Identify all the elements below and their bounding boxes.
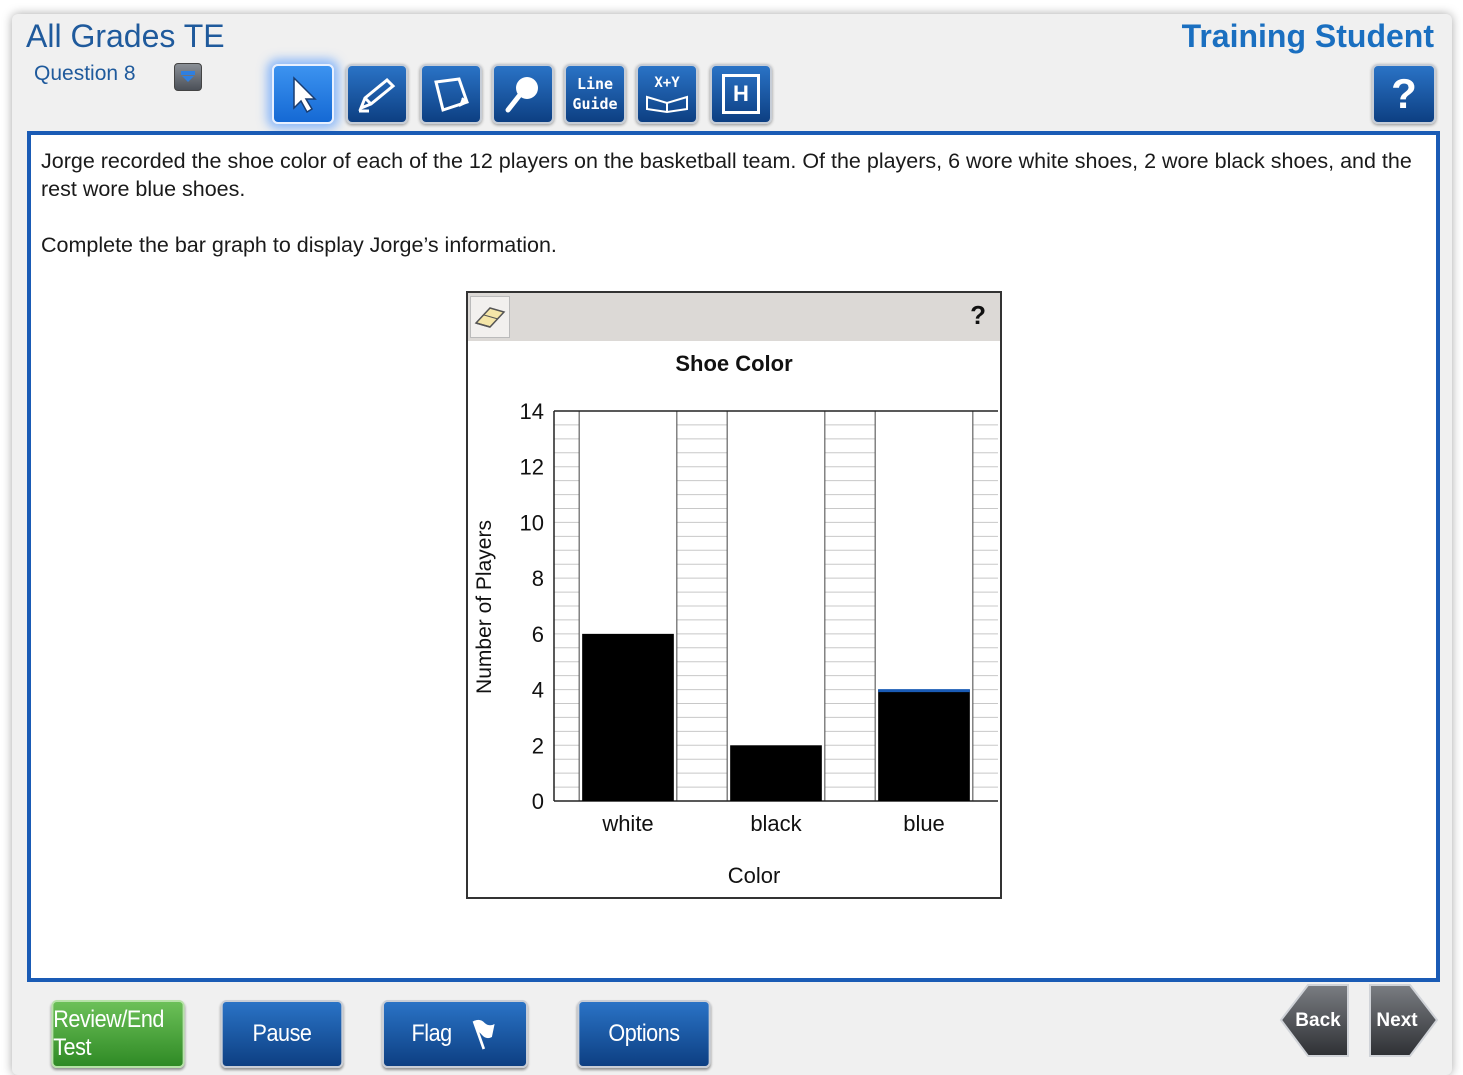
question-paragraph-2: Complete the bar graph to display Jorge’… bbox=[41, 233, 557, 257]
test-name: All Grades TE bbox=[26, 18, 225, 54]
x-tick-label: black bbox=[750, 811, 802, 836]
magnifier-icon bbox=[505, 77, 538, 113]
bar-column bbox=[726, 410, 826, 802]
highlighter-tool-button[interactable] bbox=[346, 64, 408, 124]
line-guide-label-2: Guide bbox=[572, 95, 618, 113]
bar-white[interactable] bbox=[582, 633, 674, 801]
question-paragraph-1: Jorge recorded the shoe color of each of… bbox=[41, 149, 1412, 201]
pause-button[interactable]: Pause bbox=[220, 1000, 344, 1068]
y-tick-label: 2 bbox=[532, 733, 544, 758]
y-tick-label: 12 bbox=[520, 455, 544, 480]
y-tick-label: 8 bbox=[532, 566, 544, 591]
y-tick-label: 0 bbox=[532, 789, 544, 814]
highlighter-icon bbox=[358, 77, 396, 113]
chevron-down-icon bbox=[181, 71, 195, 82]
x-tick-label: white bbox=[601, 811, 653, 836]
back-button[interactable]: Back bbox=[1278, 982, 1352, 1060]
pointer-tool-button[interactable] bbox=[272, 64, 334, 124]
next-label: Next bbox=[1376, 1010, 1418, 1031]
y-axis-label: Number of Players bbox=[473, 520, 496, 694]
bar-graph-tool[interactable]: ? Shoe Color white black blue 0 2 4 6 8 10 12 14 C… bbox=[466, 291, 1002, 899]
bar-black[interactable] bbox=[730, 745, 822, 801]
y-tick-label: 14 bbox=[520, 399, 544, 424]
line-guide-tool-button[interactable]: Line Guide bbox=[564, 64, 626, 124]
book-icon bbox=[646, 95, 688, 113]
help-button[interactable]: ? bbox=[1372, 64, 1436, 124]
reference-tool-button[interactable]: X+Y bbox=[636, 64, 698, 124]
review-end-test-button[interactable]: Review/End Test bbox=[51, 1000, 185, 1068]
student-name: Training Student bbox=[1181, 18, 1434, 54]
reference-label: X+Y bbox=[654, 75, 680, 91]
help-sheet-tool-button[interactable]: H bbox=[710, 64, 772, 124]
flag-icon bbox=[472, 1019, 495, 1050]
magnifier-tool-button[interactable] bbox=[492, 64, 554, 124]
flag-button[interactable]: Flag bbox=[382, 1000, 528, 1068]
bar-blue[interactable] bbox=[878, 689, 970, 801]
pointer-arrow-icon bbox=[293, 76, 317, 114]
bar-chart[interactable]: Shoe Color white black blue 0 2 4 6 8 10 12 14 Col… bbox=[468, 293, 1000, 897]
question-content: Jorge recorded the shoe color of each of… bbox=[27, 131, 1440, 982]
x-tick-label: blue bbox=[903, 811, 945, 836]
y-tick-label: 10 bbox=[520, 510, 544, 535]
chart-title: Shoe Color bbox=[675, 351, 793, 376]
sticky-note-tool-button[interactable] bbox=[420, 64, 482, 124]
question-label: Question 8 bbox=[34, 62, 136, 85]
y-tick-label: 4 bbox=[532, 678, 544, 703]
question-menu-button[interactable] bbox=[174, 63, 202, 91]
flag-label: Flag bbox=[411, 1020, 452, 1047]
back-label: Back bbox=[1295, 1010, 1341, 1031]
help-sheet-label: H bbox=[722, 74, 760, 114]
x-axis-label: Color bbox=[728, 863, 781, 888]
options-button[interactable]: Options bbox=[577, 1000, 711, 1068]
line-guide-label-1: Line bbox=[576, 75, 614, 93]
next-button[interactable]: Next bbox=[1366, 982, 1440, 1060]
y-tick-label: 6 bbox=[532, 622, 544, 647]
note-icon bbox=[434, 77, 469, 112]
